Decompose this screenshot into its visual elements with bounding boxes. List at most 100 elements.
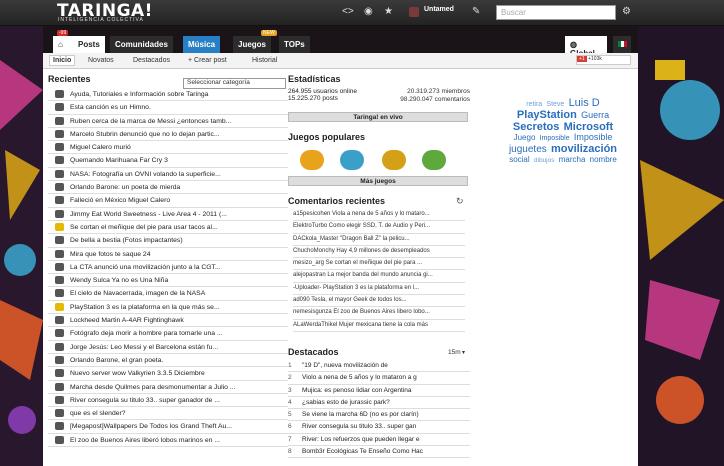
comment-item[interactable]: -Uploader- PlayStation 3 es la plataform… bbox=[293, 283, 465, 296]
tag[interactable]: marcha bbox=[559, 155, 586, 165]
destacado-item[interactable]: 2 Violo a nena de 5 años y lo mataron a g bbox=[288, 372, 470, 385]
more-games-button[interactable]: Más juegos bbox=[288, 176, 468, 186]
game-parchis[interactable] bbox=[340, 150, 364, 170]
gear-icon[interactable]: ⚙ bbox=[622, 6, 631, 17]
tag[interactable]: retira bbox=[526, 101, 542, 109]
tag[interactable]: juguetes bbox=[509, 144, 547, 155]
list-item[interactable]: Jimmy Eat World Sweetness - Live Area 4 … bbox=[48, 208, 288, 221]
gplus-button[interactable]: +1 bbox=[577, 56, 587, 62]
tag[interactable]: Imposible bbox=[574, 132, 613, 143]
list-item[interactable]: Esta canción es un Himno. bbox=[48, 101, 288, 115]
home-tab[interactable]: ⌂ bbox=[53, 36, 73, 53]
eye-icon[interactable]: ◉ bbox=[364, 6, 373, 17]
tag[interactable]: Secretos bbox=[513, 121, 559, 133]
subnav-novatos[interactable]: Novatos bbox=[88, 57, 114, 64]
list-item[interactable]: Orlando Barone: un poeta de mierda bbox=[48, 181, 288, 195]
tag[interactable]: social bbox=[509, 155, 529, 165]
live-button[interactable]: Taringa! en vivo bbox=[288, 112, 468, 122]
comment-item[interactable]: nemesisgunza El zoo de Buenos Aires libe… bbox=[293, 307, 465, 320]
destacado-item[interactable]: 8 Bomb3r Ecológicas Te Enseño Como Hac bbox=[288, 446, 470, 459]
tag[interactable]: movilización bbox=[551, 143, 617, 155]
list-item[interactable]: Marcelo Stubrin denunció que no lo dejan… bbox=[48, 128, 288, 142]
list-item[interactable]: El cielo de Navacerrada, imagen de la NA… bbox=[48, 287, 288, 301]
list-item[interactable]: La CTA anunció una movilización junto a … bbox=[48, 261, 288, 275]
comment-item[interactable]: ALaWerdaThikel Mujer mexicana tiene la c… bbox=[293, 320, 465, 332]
comment-item[interactable]: mesizo_arg Se cortan el meñique del pie … bbox=[293, 258, 465, 271]
category-icon bbox=[55, 369, 64, 378]
list-item[interactable]: Miguel Calero murió bbox=[48, 141, 288, 155]
category-icon bbox=[55, 382, 64, 391]
list-item[interactable]: El zoo de Buenos Aires liberó lobos mari… bbox=[48, 434, 288, 448]
comment-item[interactable]: DACkola_Master "Dragon Ball Z" la pelicu… bbox=[293, 234, 465, 246]
tag[interactable]: dibujos bbox=[534, 157, 555, 164]
rank-number: 7 bbox=[288, 435, 292, 443]
tab-juegos[interactable]: Juegos bbox=[233, 36, 272, 53]
game-buraco[interactable] bbox=[422, 150, 446, 170]
tag[interactable]: PlayStation bbox=[517, 109, 577, 121]
subnav-destacados[interactable]: Destacados bbox=[133, 57, 170, 64]
comment-item[interactable]: ad090 Tesla, el mayor Geek de todos los.… bbox=[293, 295, 465, 308]
destacado-item[interactable]: 6 River consegula su titulo 33.. super ga… bbox=[288, 421, 470, 434]
tab-musica[interactable]: Música bbox=[183, 36, 221, 53]
post-title: Nuevo server wow Valkyrien 3.3.5 Diciemb… bbox=[70, 370, 205, 378]
post-title: [Megapost]Wallpapers De Todos los Grand … bbox=[70, 423, 232, 431]
refresh-icon[interactable]: ↻ bbox=[456, 196, 464, 207]
main-content: Recientes Seleccionar categoría Ayuda, T… bbox=[43, 69, 638, 466]
list-item[interactable]: Wendy Sulca Ya no es Una Niña bbox=[48, 274, 288, 288]
comment-item[interactable]: a15pesicohen Viola a nena de 5 años y lo… bbox=[293, 209, 465, 222]
list-item[interactable]: Se cortan el meñique del pie para usar t… bbox=[48, 221, 288, 235]
destacado-item[interactable]: 1 "19 D", nueva movilización de bbox=[288, 360, 470, 373]
share-icon[interactable]: <> bbox=[342, 6, 354, 17]
list-item[interactable]: Marcha desde Quilmes para desmonumentar … bbox=[48, 381, 288, 394]
edit-icon[interactable]: ✎ bbox=[472, 6, 480, 17]
post-title: Jimmy Eat World Sweetness - Live Area 4 … bbox=[70, 210, 227, 218]
list-item[interactable]: que es el slender? bbox=[48, 407, 288, 421]
star-icon[interactable]: ★ bbox=[384, 6, 393, 17]
list-item[interactable]: Lockheed Martin A-4AR Fightinghawk bbox=[48, 314, 288, 328]
list-item[interactable]: Mira que fotos te saque 24 bbox=[48, 248, 288, 261]
country-flag[interactable] bbox=[613, 36, 631, 53]
subnav-historial[interactable]: Historial bbox=[252, 57, 277, 64]
tag[interactable]: Luis D bbox=[569, 97, 600, 109]
game-casino[interactable] bbox=[382, 150, 406, 170]
list-item[interactable]: Nuevo server wow Valkyrien 3.3.5 Diciemb… bbox=[48, 367, 288, 381]
tab-posts[interactable]: Posts bbox=[73, 36, 105, 53]
tag[interactable]: nombre bbox=[590, 155, 617, 165]
destacado-item[interactable]: 7 River: Los refuerzos que pueden llegar … bbox=[288, 434, 470, 447]
comment-item[interactable]: alejopastran La mejor banda del mundo an… bbox=[293, 270, 465, 283]
destacado-item[interactable]: 3 Mujica: es penoso lidiar con Argentina bbox=[288, 385, 470, 397]
tag[interactable]: Steve bbox=[546, 101, 564, 109]
tag[interactable]: Guerra bbox=[581, 110, 609, 121]
destacado-item[interactable]: 4 ¿sabias esto de jurassic park? bbox=[288, 397, 470, 410]
list-item[interactable]: Fotógrafo deja morir a hombre para tomar… bbox=[48, 327, 288, 341]
tab-tops[interactable]: TOPs bbox=[279, 36, 310, 53]
chevron-down-icon[interactable]: ▾ bbox=[462, 349, 465, 356]
tag[interactable]: Imposible bbox=[540, 135, 570, 143]
tab-comunidades[interactable]: Comunidades bbox=[110, 36, 173, 53]
list-item[interactable]: NASA: Fotografía un OVNI volando la supe… bbox=[48, 168, 288, 182]
comment-item[interactable]: ElektroTurbo Como elegir SSD, T. de Audi… bbox=[293, 221, 465, 234]
destacado-item[interactable]: 5 Se viene la marcha 6D (no es por clarín… bbox=[288, 409, 470, 422]
tab-global[interactable]: ◍ Global bbox=[565, 36, 607, 58]
google-plus-widget[interactable]: +1 +103k bbox=[576, 55, 631, 65]
list-item[interactable]: [Megapost]Wallpapers De Todos los Grand … bbox=[48, 420, 288, 434]
comment-item[interactable]: ChuchoMonchy Hay 4,9 millones de desempl… bbox=[293, 246, 465, 259]
game-bingo[interactable] bbox=[300, 150, 324, 170]
list-item[interactable]: Ayuda, Tutoriales e Información sobre Ta… bbox=[48, 88, 288, 102]
stats-block: 264.955 usuarios online 20.319.273 miemb… bbox=[288, 88, 470, 103]
list-item[interactable]: Quemando Marihuana Far Cry 3 bbox=[48, 154, 288, 168]
subnav-inicio[interactable]: Inicio bbox=[49, 55, 76, 66]
period-select[interactable]: 15m bbox=[448, 349, 461, 356]
search-input[interactable]: Buscar bbox=[496, 5, 616, 20]
username[interactable]: Untamed bbox=[424, 6, 454, 13]
list-item[interactable]: Ruben cerca de la marca de Messi ¿entonc… bbox=[48, 115, 288, 128]
list-item[interactable]: PlayStation 3 es la plataforma en la que… bbox=[48, 301, 288, 315]
subnav-crear-post[interactable]: + Crear post bbox=[188, 57, 227, 64]
list-item[interactable]: Orlando Barone, el gran poeta. bbox=[48, 354, 288, 368]
avatar[interactable] bbox=[409, 7, 419, 17]
list-item[interactable]: De bella a bestia (Fotos impactantes) bbox=[48, 234, 288, 248]
list-item[interactable]: Jorge Jesús: Leo Messi y el Barcelona es… bbox=[48, 341, 288, 354]
list-item[interactable]: River consegula su titulo 33.. super gan… bbox=[48, 394, 288, 408]
tag[interactable]: Juego bbox=[514, 133, 536, 143]
list-item[interactable]: Falleció en México Miguel Calero bbox=[48, 194, 288, 208]
